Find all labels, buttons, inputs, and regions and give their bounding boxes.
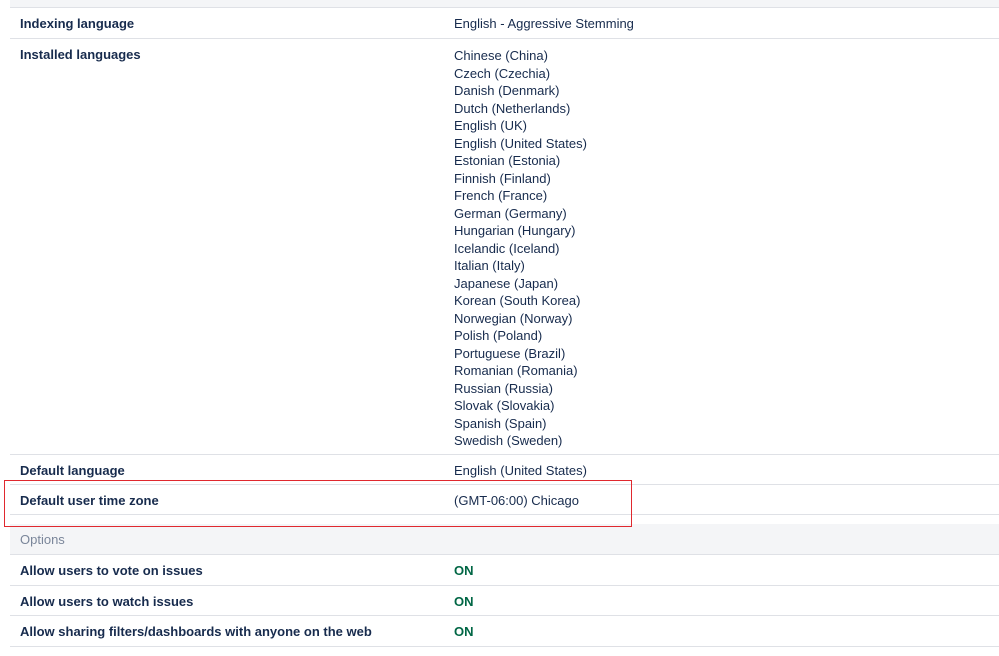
allow-watch-label: Allow users to watch issues: [20, 594, 194, 609]
allow-sharing-status: ON: [454, 624, 474, 639]
language-item: Slovak (Slovakia): [454, 398, 555, 413]
language-item: French (France): [454, 188, 548, 203]
language-item: Korean (South Korea): [454, 293, 581, 308]
default-language-label: Default language: [20, 463, 125, 478]
language-item: Danish (Denmark): [454, 83, 560, 98]
allow-vote-label: Allow users to vote on issues: [20, 563, 203, 578]
top-section-strip: [10, 0, 999, 8]
options-header-label: Options: [20, 532, 65, 547]
indexing-language-value: English - Aggressive Stemming: [454, 16, 634, 31]
default-time-zone-value: (GMT-06:00) Chicago: [454, 493, 579, 508]
options-section-header: Options: [10, 524, 999, 555]
language-item: English (UK): [454, 118, 527, 133]
allow-watch-status: ON: [454, 594, 474, 609]
indexing-language-row: Indexing language English - Aggressive S…: [10, 8, 999, 39]
default-time-zone-label: Default user time zone: [20, 493, 159, 508]
default-language-value: English (United States): [454, 463, 587, 478]
installed-languages-row: Installed languages Chinese (China) Czec…: [10, 39, 999, 455]
language-item: Portuguese (Brazil): [454, 345, 566, 361]
language-item: Chinese (China): [454, 48, 548, 63]
language-item: Icelandic (Iceland): [454, 240, 560, 256]
allow-watch-row: Allow users to watch issues ON: [10, 586, 999, 616]
language-item: Czech (Czechia): [454, 65, 551, 81]
installed-languages-list: Chinese (China) Czech (Czechia) Danish (…: [454, 47, 587, 450]
language-item: Hungarian (Hungary): [454, 223, 576, 238]
language-item: Swedish (Sweden): [454, 433, 563, 448]
language-item: English (United States): [454, 135, 587, 151]
language-item: German (Germany): [454, 205, 567, 221]
allow-vote-row: Allow users to vote on issues ON: [10, 555, 999, 586]
language-item: Polish (Poland): [454, 328, 543, 343]
language-item: Italian (Italy): [454, 258, 525, 273]
default-language-row: Default language English (United States): [10, 455, 999, 485]
allow-sharing-row: Allow sharing filters/dashboards with an…: [10, 616, 999, 647]
language-item: Finnish (Finland): [454, 170, 551, 186]
language-item: Spanish (Spain): [454, 415, 547, 431]
language-item: Russian (Russia): [454, 380, 553, 396]
allow-vote-status: ON: [454, 563, 474, 578]
language-item: Dutch (Netherlands): [454, 100, 571, 116]
language-item: Japanese (Japan): [454, 275, 559, 291]
language-item: Estonian (Estonia): [454, 153, 561, 168]
language-item: Romanian (Romania): [454, 363, 578, 378]
indexing-language-label: Indexing language: [20, 16, 135, 31]
installed-languages-label: Installed languages: [20, 47, 141, 62]
allow-sharing-label: Allow sharing filters/dashboards with an…: [20, 624, 372, 639]
language-item: Norwegian (Norway): [454, 310, 573, 326]
default-time-zone-row: Default user time zone (GMT-06:00) Chica…: [10, 485, 999, 515]
